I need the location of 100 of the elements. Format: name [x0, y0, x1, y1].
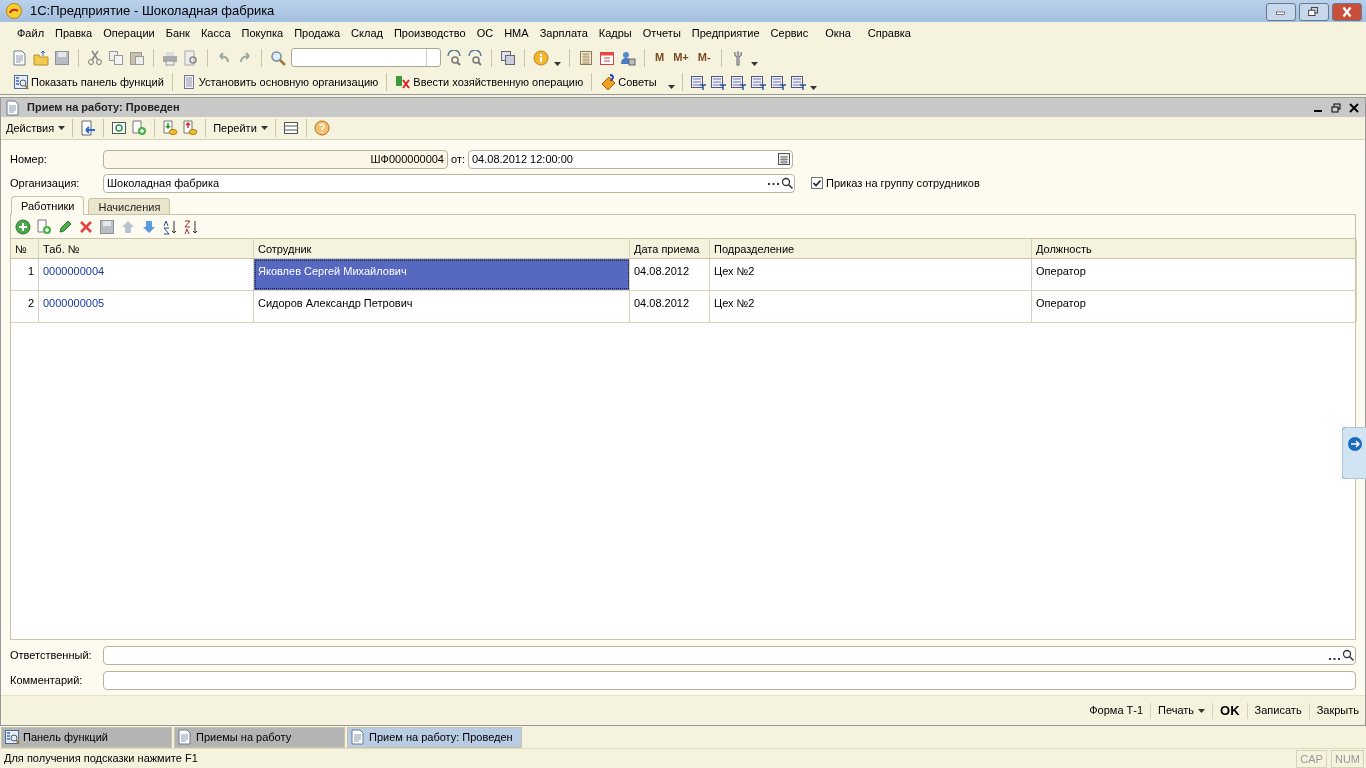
- menu-button[interactable]: Действия: [6, 119, 66, 137]
- toolbar-button[interactable]: Ввести хозяйственную операцию: [394, 73, 585, 91]
- unpost-document-icon[interactable]: [182, 120, 199, 136]
- delete-icon[interactable]: [78, 218, 94, 235]
- column-header[interactable]: №: [11, 239, 39, 258]
- toolbar-button[interactable]: Показать панель функций: [12, 73, 165, 91]
- menu-item[interactable]: Файл: [16, 25, 46, 42]
- document-plus-icon[interactable]: [36, 218, 52, 235]
- folder-icon[interactable]: [33, 49, 49, 66]
- taskbar-item[interactable]: Панель функций: [1, 726, 172, 748]
- page-magnifier-icon[interactable]: [183, 49, 199, 66]
- calendar-icon[interactable]: [599, 49, 615, 66]
- responsible-field[interactable]: [103, 645, 1356, 665]
- printer-icon[interactable]: [162, 49, 178, 66]
- action-button[interactable]: Закрыть: [1316, 702, 1359, 719]
- add-icon[interactable]: [15, 218, 31, 235]
- caret-icon[interactable]: [554, 62, 561, 66]
- side-tab-icon[interactable]: [1342, 427, 1366, 479]
- info-icon[interactable]: [533, 49, 549, 66]
- table-cell: 1: [11, 259, 39, 290]
- find-next-icon[interactable]: [467, 49, 483, 66]
- menu-item[interactable]: Производство: [392, 25, 467, 42]
- windows-icon[interactable]: [500, 49, 516, 66]
- number-field[interactable]: ШФ000000004: [103, 149, 448, 169]
- caret-icon[interactable]: [809, 86, 817, 90]
- toolbar-button[interactable]: Установить основную организацию: [179, 73, 380, 91]
- report-icon[interactable]: [729, 74, 746, 90]
- menu-button[interactable]: Перейти: [213, 119, 268, 137]
- column-header[interactable]: Сотрудник: [254, 239, 630, 258]
- menu-item[interactable]: НМА: [503, 25, 530, 42]
- menu-item[interactable]: Кадры: [597, 25, 633, 42]
- calendar-icon: [778, 153, 790, 165]
- column-header[interactable]: Подразделение: [710, 239, 1032, 258]
- sort-ascending-icon[interactable]: [162, 218, 178, 235]
- user-lock-icon[interactable]: [620, 49, 636, 66]
- caret-icon: [58, 126, 66, 130]
- menu-item[interactable]: Зарплата: [538, 25, 589, 42]
- pencil-icon[interactable]: [57, 218, 73, 235]
- list-icon[interactable]: [282, 120, 299, 136]
- memory-button[interactable]: M-: [695, 49, 713, 66]
- memory-button[interactable]: M: [653, 49, 667, 66]
- tab[interactable]: Работники: [11, 196, 85, 215]
- toolbar-button[interactable]: Советы: [599, 73, 658, 91]
- save-icon[interactable]: [54, 49, 70, 66]
- restore-button[interactable]: [1299, 2, 1329, 21]
- action-button[interactable]: Записать: [1254, 702, 1302, 719]
- search-icon[interactable]: [270, 49, 286, 66]
- menu-item[interactable]: Склад: [350, 25, 384, 42]
- document-icon[interactable]: [5, 99, 21, 116]
- menu-item[interactable]: Касса: [199, 25, 232, 42]
- menu-item[interactable]: Справка: [866, 25, 912, 42]
- save-icon[interactable]: [99, 218, 115, 235]
- column-header[interactable]: Таб. №: [39, 239, 254, 258]
- document-arrow-icon[interactable]: [80, 120, 97, 136]
- group-order-checkbox[interactable]: Приказ на группу сотрудников: [811, 174, 980, 192]
- post-document-icon[interactable]: [162, 120, 179, 136]
- menu-item[interactable]: Сервис: [769, 25, 810, 42]
- memory-button[interactable]: M+: [671, 49, 691, 66]
- caret-icon: [1198, 708, 1206, 713]
- organization-field[interactable]: Шоколадная фабрика: [103, 173, 795, 193]
- column-header[interactable]: Должность: [1032, 239, 1357, 258]
- menu-item[interactable]: ОС: [475, 25, 495, 42]
- menu-item[interactable]: Покупка: [240, 25, 285, 42]
- sort-descending-icon[interactable]: [183, 218, 199, 235]
- help-icon[interactable]: [313, 120, 330, 136]
- menu-item[interactable]: Продажа: [293, 25, 342, 42]
- find-next-icon[interactable]: [446, 49, 462, 66]
- report-icon[interactable]: [769, 74, 786, 90]
- field-label: Комментарий:: [10, 672, 84, 688]
- taskbar-item[interactable]: Приемы на работу: [174, 726, 345, 748]
- caret-icon[interactable]: [750, 62, 758, 66]
- date-field[interactable]: 04.08.2012 12:00:00: [468, 149, 793, 169]
- close-button[interactable]: [1349, 102, 1359, 113]
- taskbar-item[interactable]: Прием на работу: Проведен: [347, 726, 522, 748]
- action-button[interactable]: Печать: [1158, 702, 1206, 719]
- copy-icon[interactable]: [108, 49, 124, 66]
- column-header[interactable]: Дата приема: [630, 239, 710, 258]
- report-icon[interactable]: [789, 74, 806, 90]
- scissors-icon[interactable]: [87, 49, 103, 66]
- comment-field[interactable]: [103, 670, 1356, 690]
- menu-item[interactable]: Банк: [164, 25, 191, 42]
- search-combobox[interactable]: [291, 48, 441, 67]
- restore-button[interactable]: [1331, 102, 1341, 113]
- report-icon[interactable]: [749, 74, 766, 90]
- menu-item[interactable]: Предприятие: [690, 25, 761, 42]
- menu-item[interactable]: Правка: [54, 25, 94, 42]
- move-down-icon[interactable]: [141, 218, 157, 235]
- tab[interactable]: Начисления: [88, 198, 171, 214]
- caret-icon[interactable]: [667, 85, 675, 89]
- action-button[interactable]: OK: [1220, 700, 1240, 721]
- menu-item[interactable]: Окна: [824, 25, 852, 42]
- document-icon[interactable]: [12, 49, 28, 66]
- report-icon[interactable]: [689, 74, 706, 90]
- menu-item[interactable]: Отчеты: [641, 25, 682, 42]
- app-logo-icon[interactable]: [6, 3, 22, 19]
- menu-item[interactable]: Операции: [102, 25, 156, 42]
- report-icon[interactable]: [709, 74, 726, 90]
- clipboard-icon[interactable]: [129, 49, 145, 66]
- caret-icon: [260, 126, 268, 130]
- action-button[interactable]: Форма Т-1: [1089, 702, 1144, 719]
